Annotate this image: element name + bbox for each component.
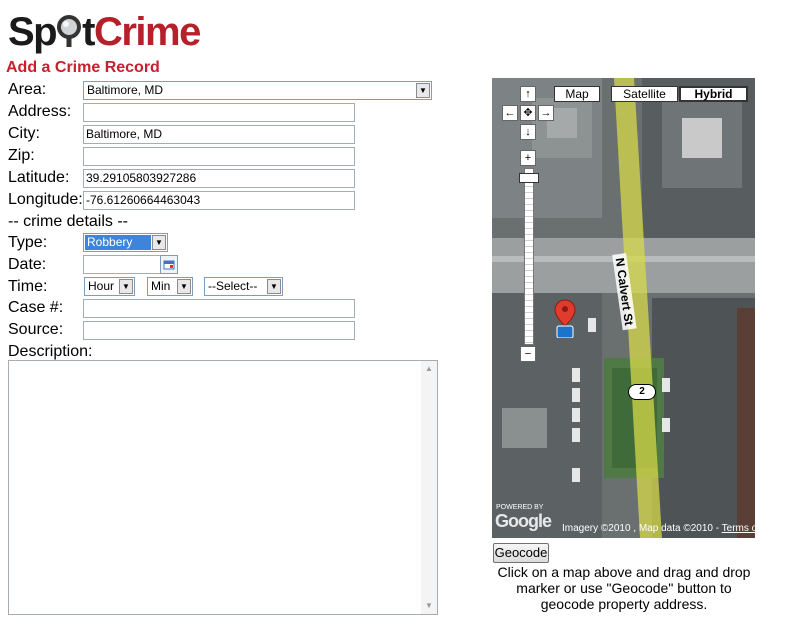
map-view[interactable]: Map Satellite Hybrid ↑ ← ✥ → ↓ + − N Cal… — [492, 78, 755, 538]
city-field[interactable]: Baltimore, MD — [83, 125, 355, 144]
latitude-label: Latitude: — [8, 169, 70, 186]
map-type-satellite-button[interactable]: Satellite — [611, 86, 678, 102]
chevron-down-icon[interactable]: ▼ — [119, 279, 133, 294]
zip-field[interactable] — [83, 147, 355, 166]
description-label: Description: — [8, 343, 93, 360]
powered-by-text: POWERED BY — [496, 504, 544, 511]
case-label: Case #: — [8, 299, 64, 316]
map-type-hybrid-button[interactable]: Hybrid — [679, 86, 748, 102]
source-field[interactable] — [83, 321, 355, 340]
case-field[interactable] — [83, 299, 355, 318]
time-label: Time: — [8, 278, 48, 295]
chevron-down-icon[interactable]: ▼ — [152, 235, 166, 250]
description-scrollbar[interactable]: ▲ ▼ — [421, 361, 437, 614]
area-selected-value: Baltimore, MD — [87, 83, 164, 97]
chevron-down-icon[interactable]: ▼ — [416, 83, 430, 98]
zip-label: Zip: — [8, 147, 35, 164]
route-shield: 2 — [628, 384, 656, 400]
hour-selected-value: Hour — [88, 279, 115, 293]
logo-text-t: t — [82, 10, 95, 54]
longitude-label: Longitude: — [8, 191, 83, 208]
hour-select[interactable]: Hour ▼ — [84, 277, 135, 296]
area-select[interactable]: Baltimore, MD ▼ — [83, 81, 432, 100]
map-attribution: Imagery ©2010 , Map data ©2010 - Terms o… — [562, 523, 755, 534]
zoom-in-icon[interactable]: + — [520, 150, 536, 166]
terms-of-use-link[interactable]: Terms of Use — [722, 523, 755, 534]
pan-left-icon[interactable]: ← — [502, 105, 518, 121]
zoom-slider-handle[interactable] — [519, 173, 539, 183]
area-label: Area: — [8, 81, 47, 98]
crime-details-heading: -- crime details -- — [8, 213, 129, 230]
chevron-down-icon[interactable]: ▼ — [177, 279, 191, 294]
pan-down-icon[interactable]: ↓ — [520, 124, 536, 140]
zoom-out-icon[interactable]: − — [520, 346, 536, 362]
longitude-field[interactable]: -76.61260664463043 — [83, 191, 355, 210]
ampm-select[interactable]: --Select-- ▼ — [204, 277, 283, 296]
address-label: Address: — [8, 103, 72, 120]
location-marker-icon[interactable] — [554, 298, 576, 343]
scroll-up-icon[interactable]: ▲ — [421, 361, 437, 377]
attribution-text: Imagery ©2010 , Map data ©2010 - — [562, 523, 722, 534]
ampm-selected-value: --Select-- — [208, 279, 258, 293]
date-label: Date: — [8, 256, 47, 273]
map-instructions: Click on a map above and drag and drop m… — [497, 564, 751, 612]
type-label: Type: — [8, 234, 48, 251]
chevron-down-icon[interactable]: ▼ — [267, 279, 281, 294]
latitude-field[interactable]: 39.29105803927286 — [83, 169, 355, 188]
magnifier-icon — [56, 12, 82, 47]
spotcrime-logo: Sp tCrime — [8, 10, 201, 54]
scroll-down-icon[interactable]: ▼ — [421, 598, 437, 614]
pan-center-icon[interactable]: ✥ — [520, 105, 536, 121]
calendar-icon[interactable] — [160, 255, 178, 274]
minute-select[interactable]: Min ▼ — [147, 277, 193, 296]
page-title: Add a Crime Record — [6, 59, 160, 76]
date-field[interactable] — [83, 255, 161, 274]
logo-text-crime: Crime — [93, 10, 201, 54]
logo-text-sp: Sp — [8, 10, 58, 54]
city-label: City: — [8, 125, 40, 142]
google-logo: Google — [495, 511, 552, 531]
map-type-map-button[interactable]: Map — [554, 86, 600, 102]
description-textarea[interactable]: ▲ ▼ — [8, 360, 438, 615]
geocode-button[interactable]: Geocode — [493, 543, 549, 563]
pan-up-icon[interactable]: ↑ — [520, 86, 536, 102]
type-select[interactable]: Robbery ▼ — [83, 233, 168, 252]
zoom-slider[interactable] — [524, 168, 534, 345]
type-selected-value: Robbery — [85, 235, 151, 250]
address-field[interactable] — [83, 103, 355, 122]
minute-selected-value: Min — [151, 279, 171, 293]
source-label: Source: — [8, 321, 64, 338]
pan-right-icon[interactable]: → — [538, 105, 554, 121]
